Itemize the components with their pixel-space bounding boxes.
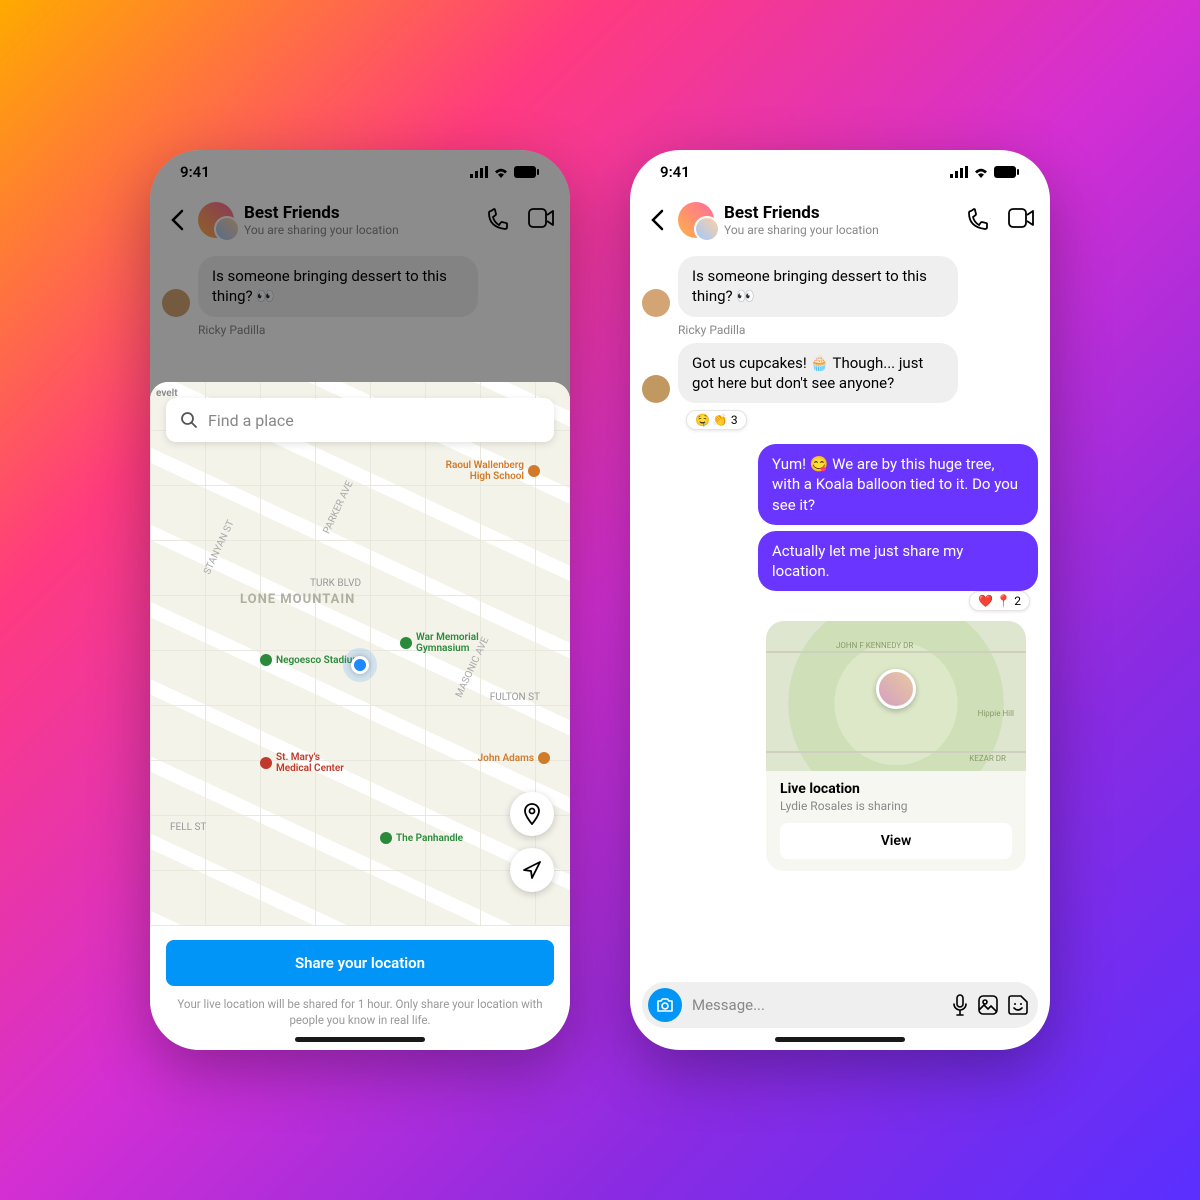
message-bubble-sent[interactable]: Actually let me just share my location. — [758, 531, 1038, 592]
reaction-chip[interactable]: 🤤 👏 3 — [686, 410, 747, 430]
chat-name: Best Friends — [724, 203, 956, 223]
street-turk: TURK BLVD — [310, 578, 361, 589]
signal-icon — [950, 166, 968, 178]
street-fulton: FULTON ST — [490, 692, 540, 703]
location-card-info: Live location Lydie Rosales is sharing V… — [766, 771, 1026, 871]
location-card[interactable]: JOHN F KENNEDY DR Hippie Hill KEZAR DR L… — [766, 621, 1026, 871]
camera-button[interactable] — [648, 988, 682, 1022]
recenter-button[interactable] — [510, 848, 554, 892]
poi-gym[interactable]: War Memorial Gymnasium — [400, 632, 496, 654]
home-indicator[interactable] — [295, 1037, 425, 1042]
messages-area[interactable]: Is someone bringing dessert to this thin… — [630, 256, 1050, 871]
search-icon — [180, 411, 198, 429]
reaction-chip[interactable]: ❤️ 📍 2 — [969, 591, 1030, 611]
sender-avatar[interactable] — [642, 375, 670, 403]
poi-adams[interactable]: John Adams — [478, 752, 550, 764]
chat-subtitle: You are sharing your location — [724, 223, 956, 237]
phone-left: 9:41 Best Friends You are sharing your l… — [150, 150, 570, 1050]
search-placeholder: Find a place — [208, 411, 294, 430]
street-fell: FELL ST — [170, 822, 206, 833]
audio-call-button[interactable] — [966, 208, 990, 232]
loc-map-label: JOHN F KENNEDY DR — [836, 641, 913, 650]
video-call-button[interactable] — [1008, 208, 1034, 232]
disclaimer-text: Your live location will be shared for 1 … — [166, 996, 554, 1028]
sticker-button[interactable] — [1008, 995, 1028, 1015]
location-sheet: evelt Find a place LONE MOUNTAIN TURK BL… — [150, 382, 570, 1050]
sender-name-label: Ricky Padilla — [678, 323, 1038, 337]
district-label: LONE MOUNTAIN — [240, 592, 355, 607]
status-bar: 9:41 — [630, 150, 1050, 194]
location-card-subtitle: Lydie Rosales is sharing — [780, 799, 1012, 813]
message-bubble[interactable]: Is someone bringing dessert to this thin… — [678, 256, 958, 317]
sheet-footer: Share your location Your live location w… — [150, 926, 570, 1050]
loc-map-label: Hippie Hill — [978, 709, 1014, 718]
location-card-title: Live location — [780, 781, 1012, 797]
location-card-map: JOHN F KENNEDY DR Hippie Hill KEZAR DR — [766, 621, 1026, 771]
mic-button[interactable] — [952, 994, 968, 1016]
phone-right: 9:41 Best Friends You are sharing your l… — [630, 150, 1050, 1050]
status-icons — [950, 166, 1020, 178]
loc-map-label: KEZAR DR — [969, 754, 1006, 763]
map[interactable]: evelt Find a place LONE MOUNTAIN TURK BL… — [150, 382, 570, 926]
message-bubble-sent[interactable]: Yum! 😋 We are by this huge tree, with a … — [758, 444, 1038, 525]
search-place-input[interactable]: Find a place — [166, 398, 554, 442]
share-location-button[interactable]: Share your location — [166, 940, 554, 986]
composer-placeholder: Message... — [692, 996, 942, 1014]
chat-header: Best Friends You are sharing your locati… — [630, 194, 1050, 250]
poi-school[interactable]: Raoul Wallenberg High School — [434, 460, 540, 482]
poi-hospital[interactable]: St. Mary's Medical Center — [260, 752, 346, 774]
view-location-button[interactable]: View — [780, 823, 1012, 859]
street-parker: PARKER AVE — [321, 479, 355, 535]
pin-button[interactable] — [510, 792, 554, 836]
current-location-dot — [351, 656, 369, 674]
gallery-button[interactable] — [978, 995, 998, 1015]
message-bubble[interactable]: Got us cupcakes! 🧁 Though... just got he… — [678, 343, 958, 404]
sender-avatar[interactable] — [642, 289, 670, 317]
navigate-icon — [522, 860, 542, 880]
wifi-icon — [973, 166, 989, 178]
pin-icon — [522, 803, 542, 825]
poi-panhandle[interactable]: The Panhandle — [380, 832, 463, 844]
battery-icon — [994, 166, 1020, 178]
group-avatar[interactable] — [678, 202, 714, 238]
shared-user-avatar — [876, 669, 916, 709]
street-stanyan: STANYAN ST — [202, 519, 237, 577]
back-button[interactable] — [646, 205, 668, 235]
message-composer[interactable]: Message... — [642, 982, 1038, 1028]
poi-stadium[interactable]: Negoesco Stadiur — [260, 654, 356, 666]
chat-title-block[interactable]: Best Friends You are sharing your locati… — [724, 203, 956, 238]
camera-icon — [656, 997, 674, 1013]
home-indicator[interactable] — [775, 1037, 905, 1042]
status-time: 9:41 — [660, 163, 690, 181]
